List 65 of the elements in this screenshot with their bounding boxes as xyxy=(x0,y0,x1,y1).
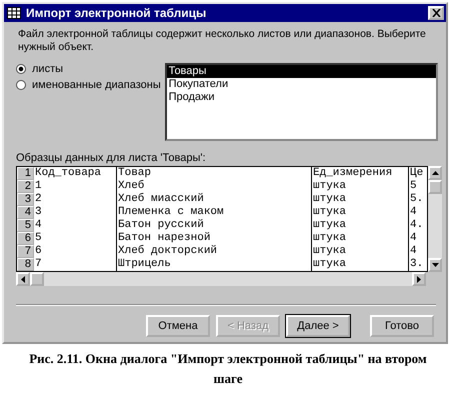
table-cell-text: 4 xyxy=(409,245,418,258)
radio-label[interactable]: именованные диапазоны xyxy=(32,79,161,91)
table-cell: 7 xyxy=(34,258,117,271)
right-arrow-icon xyxy=(417,276,421,282)
table-cell: 6 xyxy=(34,245,117,258)
table-cell: Штрицель xyxy=(117,258,312,271)
window-title: Импорт электронной таблицы xyxy=(26,6,208,20)
table-cell: 1 xyxy=(34,180,117,193)
row-number: 5 xyxy=(17,219,34,232)
table-cell: штука xyxy=(312,206,409,219)
row-number: 6 xyxy=(17,232,34,245)
row-number: 3 xyxy=(17,193,34,206)
row-number: 8 xyxy=(17,258,34,271)
table-cell: штука xyxy=(312,258,409,271)
table-cell: Код_товара xyxy=(34,167,117,180)
close-icon xyxy=(432,9,440,17)
wizard-button[interactable]: Далее > xyxy=(286,315,350,337)
row-number: 7 xyxy=(17,245,34,258)
horizontal-scrollbar[interactable] xyxy=(16,272,426,286)
radio-button[interactable] xyxy=(16,80,26,90)
close-button[interactable] xyxy=(428,6,444,20)
table-cell-text: 4 xyxy=(409,206,418,219)
figure-caption: Рис. 2.11. Окна диалога "Импорт электронной таблицы" на втором шаге xyxy=(28,350,428,388)
up-arrow-icon xyxy=(432,171,438,175)
scroll-thumb[interactable] xyxy=(428,180,442,194)
radio-button[interactable] xyxy=(16,64,26,74)
table-cell: Племенка с маком xyxy=(117,206,312,219)
table-cell: 4 xyxy=(34,219,117,232)
table-cell: 4. xyxy=(409,219,424,232)
list-item[interactable]: Продажи xyxy=(166,91,436,104)
table-cell: штука xyxy=(312,193,409,206)
scroll-thumb[interactable] xyxy=(30,272,44,286)
vertical-scrollbar[interactable] xyxy=(428,166,442,272)
table-cell: 3 xyxy=(34,206,117,219)
table-cell: 5 xyxy=(34,232,117,245)
table-cell: 5. xyxy=(409,193,424,206)
table-cell-text: 4 xyxy=(409,232,418,245)
sample-label: Образцы данных для листа 'Товары': xyxy=(16,152,207,165)
table-cell-text: 5 xyxy=(409,180,418,193)
table-cell: Хлеб миасский xyxy=(117,193,312,206)
instruction-text: Файл электронной таблицы содержит несколько листов или диапазонов. Выберите нужный объект. xyxy=(18,28,427,54)
table-cell: 3. xyxy=(409,258,424,271)
table-cell: штука xyxy=(312,245,409,258)
table-cell: Батон нарезной xyxy=(117,232,312,245)
table-cell: штука xyxy=(312,219,409,232)
row-number: 4 xyxy=(17,206,34,219)
table-cell: Хлеб xyxy=(117,180,312,193)
table-cell: Товар xyxy=(117,167,312,180)
table-cell: Це xyxy=(409,167,424,180)
table-cell: штука xyxy=(312,180,409,193)
row-number: 2 xyxy=(17,180,34,193)
left-arrow-icon xyxy=(21,276,25,282)
list-item[interactable]: Товары xyxy=(166,65,436,78)
down-arrow-icon xyxy=(432,263,438,267)
table-cell: Батон русский xyxy=(117,219,312,232)
table-cell: 2 xyxy=(34,193,117,206)
radio-label[interactable]: листы xyxy=(32,63,64,75)
wizard-button[interactable]: Готово xyxy=(370,315,434,337)
list-item[interactable]: Покупатели xyxy=(166,78,436,91)
table-icon xyxy=(7,7,21,19)
table-cell: штука xyxy=(312,232,409,245)
wizard-button[interactable]: Отмена xyxy=(146,315,210,337)
row-number: 1 xyxy=(17,167,34,180)
table-cell: Хлеб докторский xyxy=(117,245,312,258)
table-cell: Ед_измерения xyxy=(312,167,409,180)
